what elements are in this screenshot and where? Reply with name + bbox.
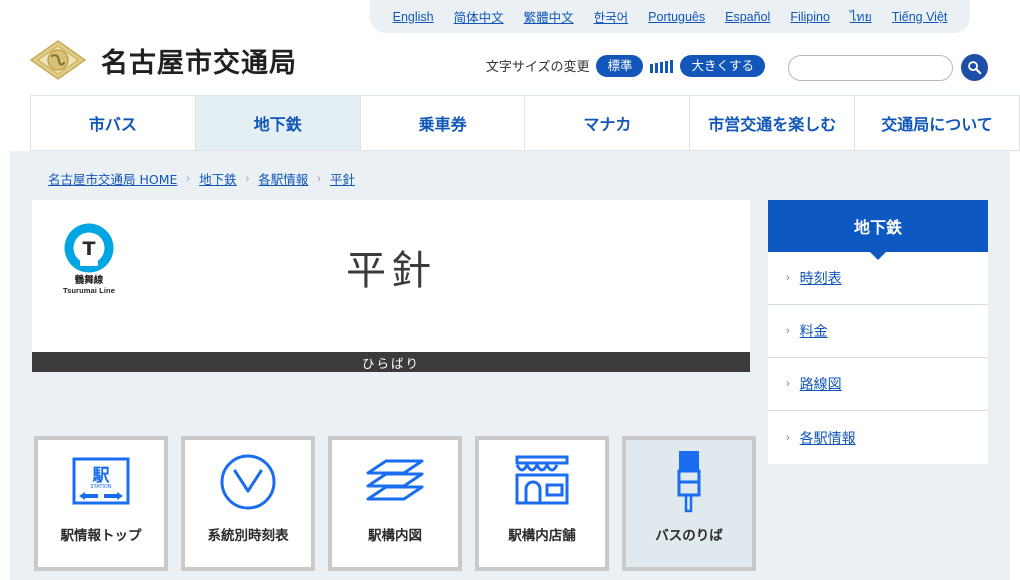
tile-label-2: 駅構内図 <box>368 528 422 544</box>
sidebar: 地下鉄 › 時刻表 › 料金 › 路線図 › 各駅情報 <box>768 200 988 464</box>
language-link-5[interactable]: Español <box>725 10 770 24</box>
font-size-standard-button[interactable]: 標準 <box>596 55 644 77</box>
sidebar-item-2[interactable]: › 路線図 <box>768 358 988 411</box>
breadcrumb-separator-icon: › <box>317 172 321 185</box>
font-size-level-indicator <box>650 59 674 73</box>
tile-3[interactable]: 駅構内店舗 <box>475 436 609 571</box>
language-link-0[interactable]: English <box>393 10 434 24</box>
breadcrumb-separator-icon: › <box>186 172 191 185</box>
clock-icon <box>216 440 280 524</box>
breadcrumb: 名古屋市交通局 HOME › 地下鉄 › 各駅情報 › 平針 <box>48 169 355 188</box>
page-body: 名古屋市交通局 HOME › 地下鉄 › 各駅情報 › 平針 T 鶴舞線 Tsurumai … <box>10 151 1010 580</box>
sidebar-item-3[interactable]: › 各駅情報 <box>768 411 988 464</box>
station-name: 平針 <box>346 248 436 294</box>
search-input[interactable] <box>788 54 953 81</box>
brand-name: 名古屋市交通局 <box>101 47 297 79</box>
language-bar: English 简体中文 繁體中文 한국어 Português Español Filipi… <box>370 0 970 33</box>
sidebar-title: 地下鉄 <box>768 200 988 260</box>
sidebar-item-1[interactable]: › 料金 <box>768 305 988 358</box>
sidebar-item-label-0: 時刻表 <box>799 271 842 287</box>
sidebar-item-label-3: 各駅情報 <box>799 430 856 447</box>
breadcrumb-item-1[interactable]: 地下鉄 <box>199 169 237 188</box>
font-size-control: 文字サイズの変更 標準 大きくする <box>486 55 765 77</box>
station-function-tiles: 駅 STATION 駅情報トップ 系統別時刻表 駅構内図 駅構内店舗 バスのりば <box>34 436 756 571</box>
chevron-right-icon: › <box>786 378 790 390</box>
sidebar-item-label-1: 料金 <box>799 324 828 340</box>
gnav-item-4[interactable]: 市営交通を楽しむ <box>690 96 856 150</box>
gnav-item-0[interactable]: 市バス <box>30 96 196 150</box>
font-size-larger-button[interactable]: 大きくする <box>680 55 765 77</box>
chevron-right-icon: › <box>786 272 790 284</box>
sidebar-menu: › 時刻表 › 料金 › 路線図 › 各駅情報 <box>768 252 988 464</box>
search-button[interactable] <box>961 54 988 81</box>
station-sign-icon: 駅 STATION <box>69 440 133 524</box>
main-column: T 鶴舞線 Tsurumai Line 平針 ひらばり 駅 STATION 駅情報ト… <box>32 200 756 571</box>
tile-label-0: 駅情報トップ <box>60 528 142 544</box>
breadcrumb-item-0[interactable]: 名古屋市交通局 HOME <box>48 169 177 188</box>
svg-text:STATION: STATION <box>90 484 111 490</box>
tile-label-4: バスのりば <box>655 528 723 544</box>
site-brand[interactable]: 名古屋市交通局 <box>28 38 297 82</box>
breadcrumb-item-2[interactable]: 各駅情報 <box>258 169 308 188</box>
tile-label-3: 駅構内店舗 <box>508 528 576 544</box>
gnav-item-2[interactable]: 乗車券 <box>361 96 526 150</box>
language-link-2[interactable]: 繁體中文 <box>524 7 574 26</box>
global-nav: 市バス 地下鉄 乗車券 マナカ 市営交通を楽しむ 交通局について <box>30 95 1020 151</box>
tile-0[interactable]: 駅 STATION 駅情報トップ <box>34 436 168 571</box>
station-header-card: T 鶴舞線 Tsurumai Line 平針 ひらばり <box>32 200 750 372</box>
search-icon <box>968 61 982 75</box>
sidebar-item-label-2: 路線図 <box>799 377 842 393</box>
font-size-label: 文字サイズの変更 <box>485 60 590 76</box>
breadcrumb-separator-icon: › <box>245 172 250 185</box>
tile-label-1: 系統別時刻表 <box>207 528 289 544</box>
language-link-4[interactable]: Português <box>648 10 705 24</box>
gnav-item-1[interactable]: 地下鉄 <box>195 96 361 150</box>
bus-stop-sign-icon <box>664 440 714 524</box>
language-link-3[interactable]: 한국어 <box>594 7 629 26</box>
layers-icon <box>360 440 430 524</box>
language-link-1[interactable]: 简体中文 <box>454 7 504 26</box>
tile-4[interactable]: バスのりば <box>622 436 756 571</box>
nagoya-city-crest-icon <box>28 38 88 82</box>
gnav-item-5[interactable]: 交通局について <box>855 96 1020 150</box>
tile-2[interactable]: 駅構内図 <box>328 436 462 571</box>
chevron-right-icon: › <box>786 325 790 337</box>
language-link-6[interactable]: Filipino <box>790 10 830 24</box>
language-link-7[interactable]: ไทย <box>850 7 872 27</box>
site-search <box>788 54 988 81</box>
language-link-8[interactable]: Tiếng Việt <box>892 10 948 24</box>
chevron-right-icon: › <box>786 431 790 444</box>
gnav-item-3[interactable]: マナカ <box>525 96 691 150</box>
svg-text:駅: 駅 <box>92 466 111 486</box>
breadcrumb-item-3[interactable]: 平針 <box>330 169 355 188</box>
shop-icon <box>511 440 573 524</box>
station-kana: ひらばり <box>32 352 750 372</box>
page-root: English 简体中文 繁體中文 한국어 Português Español Filipi… <box>0 0 1020 580</box>
tile-1[interactable]: 系統別時刻表 <box>181 436 315 571</box>
site-header: 名古屋市交通局 文字サイズの変更 標準 大きくする <box>0 33 1020 95</box>
